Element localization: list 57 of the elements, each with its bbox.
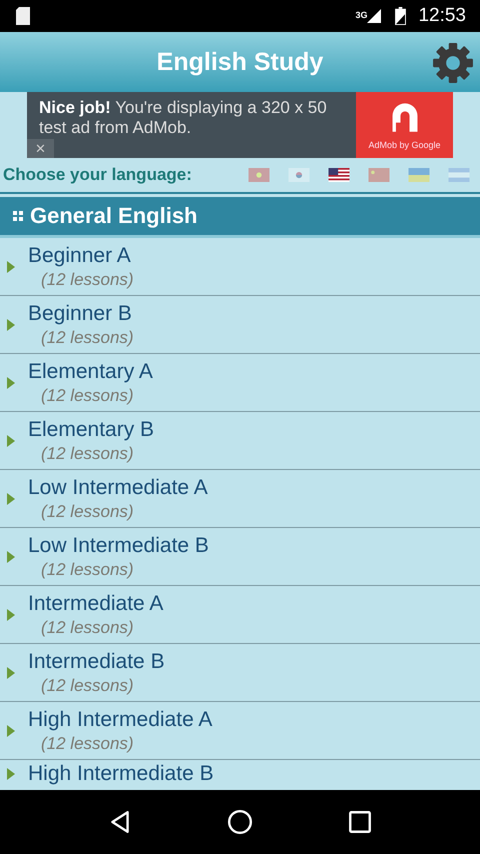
signal-icon [367, 9, 382, 23]
course-item[interactable]: High Intermediate A (12 lessons) [0, 702, 480, 760]
course-item[interactable]: Beginner B (12 lessons) [0, 296, 480, 354]
section-title: General English [30, 203, 198, 229]
course-title: Intermediate B [28, 649, 165, 675]
ad-banner[interactable]: Nice job! You're displaying a 320 x 50 test ad from AdMob. × AdMob by Google [27, 92, 453, 158]
section-header[interactable]: General English [0, 197, 480, 238]
course-item[interactable]: Intermediate A (12 lessons) [0, 586, 480, 644]
app-title: English Study [156, 48, 324, 76]
expand-arrow-icon [7, 550, 15, 562]
course-item[interactable]: Low Intermediate A (12 lessons) [0, 470, 480, 528]
expand-arrow-icon [7, 376, 15, 388]
network-type: 3G [355, 10, 368, 20]
course-title: Beginner A [28, 243, 132, 269]
flag-icon[interactable] [328, 168, 350, 182]
course-title: Intermediate A [28, 591, 164, 617]
lesson-count: (12 lessons) [41, 269, 134, 291]
course-item[interactable]: Beginner A (12 lessons) [0, 238, 480, 296]
expand-arrow-icon [7, 492, 15, 504]
recents-icon[interactable] [347, 809, 373, 835]
settings-icon[interactable] [432, 42, 474, 84]
expand-arrow-icon [7, 768, 15, 780]
course-item[interactable]: Elementary A (12 lessons) [0, 354, 480, 412]
course-title: Low Intermediate A [28, 475, 208, 501]
expand-arrow-icon [7, 260, 15, 272]
expand-arrow-icon [7, 434, 15, 446]
lesson-count: (12 lessons) [41, 501, 135, 523]
lesson-count: (12 lessons) [41, 385, 135, 407]
course-title: High Intermediate A [28, 707, 212, 733]
lesson-count: (12 lessons) [41, 443, 135, 465]
course-title: Beginner B [28, 301, 133, 327]
expand-arrow-icon [7, 724, 15, 736]
lesson-count: (12 lessons) [41, 617, 135, 639]
lesson-count: (12 lessons) [41, 327, 134, 349]
course-title: Elementary B [28, 417, 154, 443]
course-title: Elementary A [28, 359, 153, 385]
home-icon[interactable] [227, 809, 253, 835]
lesson-count: (12 lessons) [41, 675, 135, 697]
language-label: Choose your language: [3, 165, 192, 185]
close-button[interactable]: × [27, 139, 54, 158]
expand-arrow-icon [7, 666, 15, 678]
lesson-count: (12 lessons) [41, 733, 135, 755]
sd-card-icon [16, 7, 30, 25]
clock: 12:53 [418, 5, 466, 27]
grid-icon [13, 211, 23, 221]
course-item[interactable]: Intermediate B (12 lessons) [0, 644, 480, 702]
ad-brand: AdMob by Google [368, 140, 441, 150]
ad-text: Nice job! You're displaying a 320 x 50 test ad from AdMob. [38, 97, 328, 138]
lesson-count: (12 lessons) [41, 559, 135, 581]
course-title: High Intermediate B [28, 761, 214, 787]
battery-icon [395, 7, 406, 25]
expand-arrow-icon [7, 608, 15, 620]
course-item[interactable]: High Intermediate B [0, 760, 480, 787]
course-item[interactable]: Low Intermediate B (12 lessons) [0, 528, 480, 586]
expand-arrow-icon [7, 318, 15, 330]
course-item[interactable]: Elementary B (12 lessons) [0, 412, 480, 470]
course-title: Low Intermediate B [28, 533, 209, 559]
